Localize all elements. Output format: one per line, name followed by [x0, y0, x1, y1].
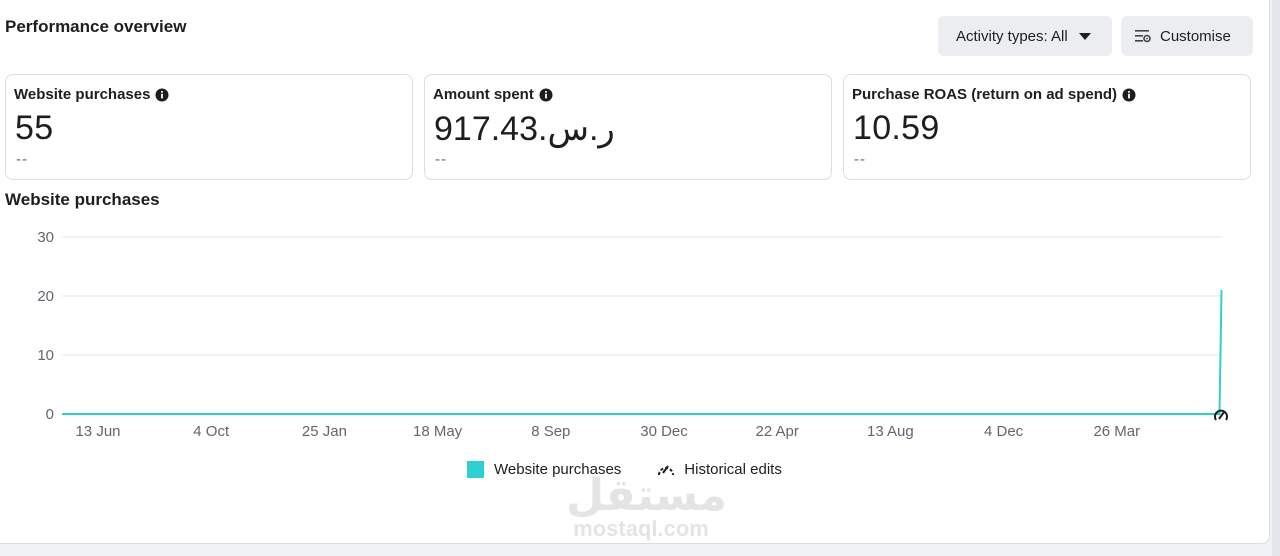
x-tick-label: 4 Dec [984, 423, 1024, 440]
x-tick-label: 30 Dec [640, 423, 688, 440]
metric-label-row: Amount spent [433, 86, 553, 103]
y-tick-label: 0 [46, 406, 54, 423]
watermark-logo: مستقل mostaql.com [566, 470, 727, 541]
y-tick-label: 30 [37, 229, 54, 246]
metric-label: Purchase ROAS (return on ad spend) [852, 86, 1118, 103]
x-tick-label: 13 Aug [867, 423, 914, 440]
performance-panel: Performance overview Activity types: All… [0, 0, 1270, 544]
x-tick-label: 8 Sep [531, 423, 570, 440]
metric-label: Website purchases [14, 86, 151, 103]
chart-title: Website purchases [5, 190, 160, 209]
metric-card-amount-spent: Amount spent 917.43.ر.س -- [424, 74, 832, 180]
info-icon[interactable] [539, 88, 553, 102]
info-icon[interactable] [1122, 88, 1136, 102]
customise-icon [1135, 30, 1151, 43]
metric-comparison: -- [16, 151, 28, 168]
metric-comparison: -- [854, 151, 866, 168]
legend-swatch [467, 460, 484, 478]
caret-down-icon [1078, 32, 1091, 40]
page-title: Performance overview [5, 17, 187, 36]
metric-label-row: Purchase ROAS (return on ad spend) [852, 86, 1136, 103]
y-tick-label: 10 [37, 347, 54, 364]
historical-edit-marker [1214, 409, 1228, 421]
x-tick-label: 13 Jun [75, 423, 120, 440]
x-tick-label: 4 Oct [193, 423, 230, 440]
watermark-arabic: مستقل [566, 470, 727, 521]
x-tick-label: 26 Mar [1093, 423, 1140, 440]
metric-label-row: Website purchases [14, 86, 169, 103]
website-purchases-chart[interactable]: 30 20 10 0 13 Jun 4 Oct 25 Jan 18 May 8 Sep 30 De… [0, 220, 1260, 450]
y-tick-label: 20 [37, 288, 54, 305]
metric-value: 55 [15, 109, 54, 147]
series-line-website-purchases [62, 290, 1223, 415]
metric-comparison: -- [435, 151, 447, 168]
metric-label: Amount spent [433, 86, 534, 103]
watermark-latin: mostaql.com [573, 516, 709, 541]
customise-button[interactable]: Customise [1121, 16, 1253, 56]
x-tick-label: 25 Jan [302, 423, 347, 440]
customise-label: Customise [1160, 27, 1231, 45]
scrollbar[interactable] [1272, 0, 1280, 556]
metric-card-website-purchases: Website purchases 55 -- [5, 74, 413, 180]
x-tick-label: 22 Apr [756, 423, 799, 440]
info-icon[interactable] [155, 88, 169, 102]
activity-types-dropdown[interactable]: Activity types: All [938, 16, 1112, 56]
activity-types-label: Activity types: All [956, 27, 1068, 45]
metric-value: 10.59 [853, 109, 940, 147]
metric-value: 917.43.ر.س [434, 110, 615, 148]
metric-card-purchase-roas: Purchase ROAS (return on ad spend) 10.59… [843, 74, 1251, 180]
x-tick-label: 18 May [413, 423, 463, 440]
